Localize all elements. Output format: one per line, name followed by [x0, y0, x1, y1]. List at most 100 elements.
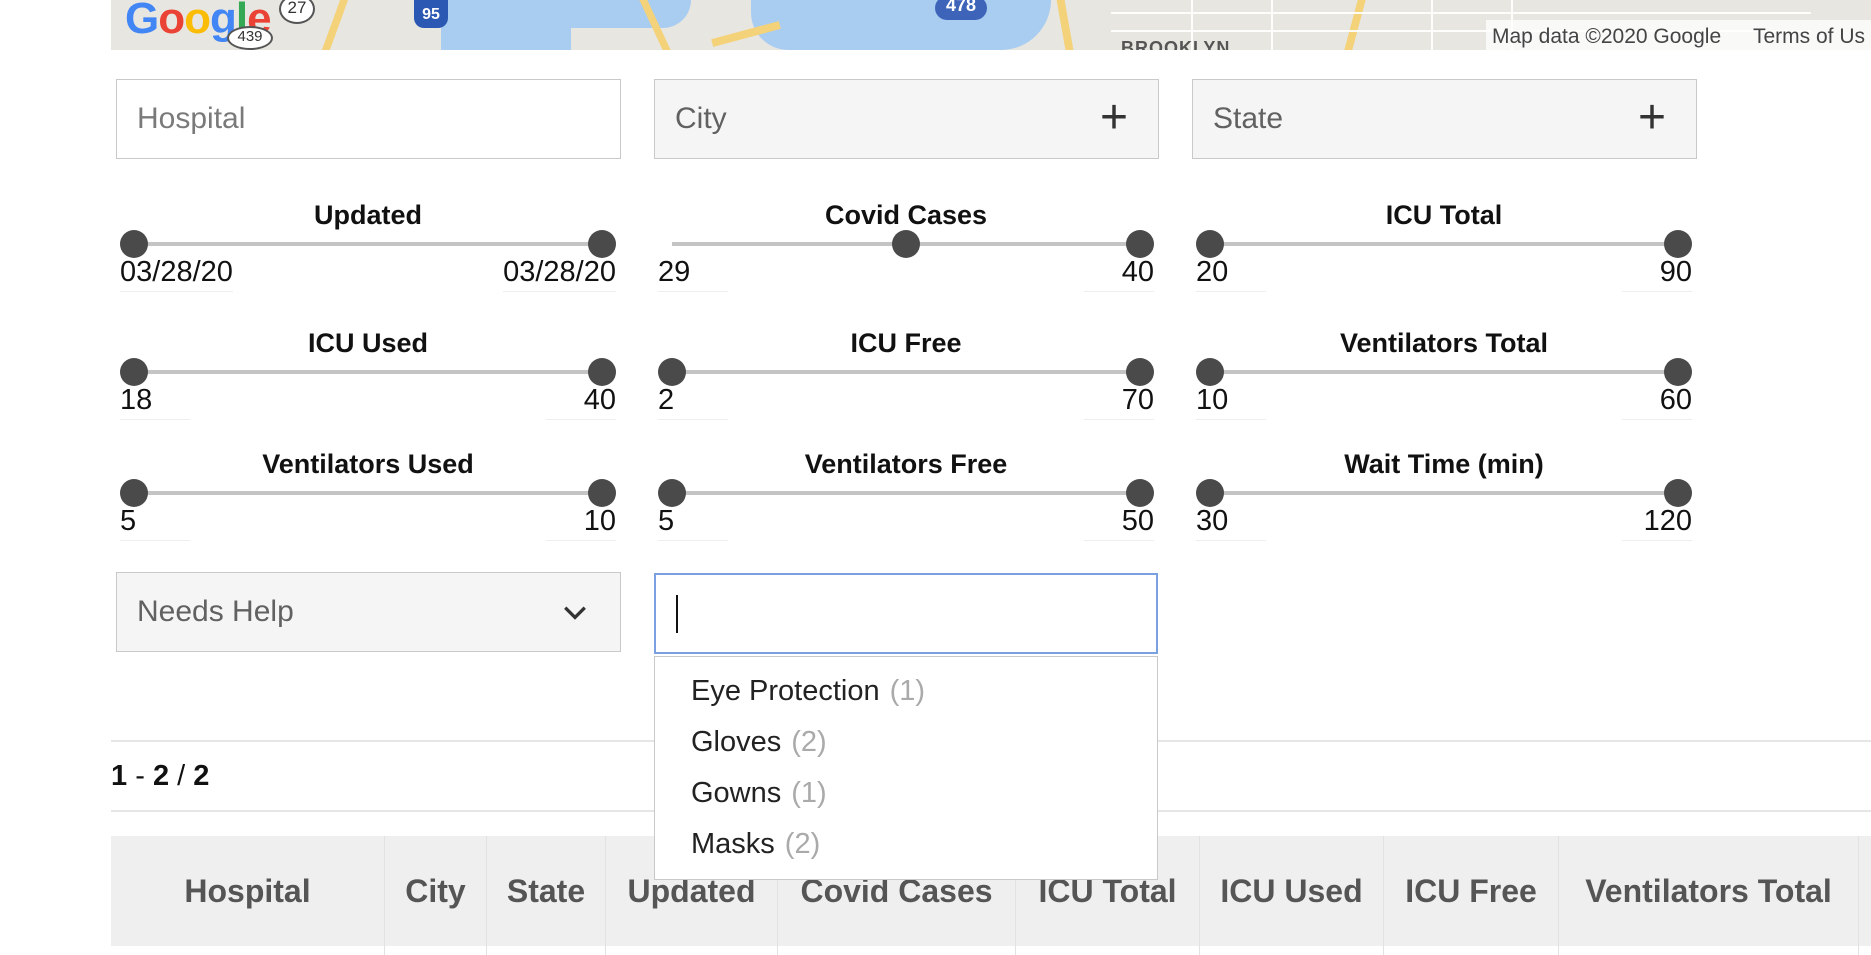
slider-min-value: 10	[1196, 384, 1266, 420]
range-slider[interactable]: Ventilators Used 5 10	[116, 449, 620, 559]
slider-max-handle[interactable]	[1664, 358, 1692, 386]
state-label: State	[1213, 102, 1284, 135]
table-cell	[778, 946, 1016, 955]
option-label: Masks	[691, 828, 775, 860]
option-label: Eye Protection	[691, 675, 880, 707]
interstate-shield-icon: 95	[414, 0, 448, 28]
table-cell	[487, 946, 606, 955]
route-shield-icon: 27	[279, 0, 315, 24]
slider-max-value: 70	[1084, 384, 1154, 420]
column-header[interactable]: ICU Free	[1384, 836, 1559, 946]
slider-min-handle[interactable]	[658, 358, 686, 386]
option-count: (1)	[791, 777, 827, 809]
range-slider[interactable]: ICU Free 2 70	[654, 328, 1158, 438]
option-label: Gloves	[691, 726, 782, 758]
column-header[interactable]: City	[385, 836, 487, 946]
text-caret	[676, 595, 678, 633]
slider-max-value: 40	[1084, 256, 1154, 292]
column-header[interactable]: State	[487, 836, 606, 946]
pagination-info: 1 - 2 / 2	[111, 760, 209, 793]
needs-help-select[interactable]: Needs Help	[116, 572, 621, 652]
slider-min-handle[interactable]	[120, 358, 148, 386]
slider-max-handle[interactable]	[588, 479, 616, 507]
slider-max-value: 60	[1622, 384, 1692, 420]
hospital-search-input[interactable]: Hospital	[116, 79, 621, 159]
option-count: (1)	[889, 675, 926, 707]
slider-max-handle[interactable]	[588, 358, 616, 386]
table-cell	[111, 946, 385, 955]
city-label: City	[675, 102, 727, 135]
slider-track[interactable]	[134, 491, 602, 495]
slider-max-handle[interactable]	[588, 230, 616, 258]
slider-max-value: 50	[1084, 505, 1154, 541]
map-data-text: Map data ©2020 Google	[1492, 25, 1722, 48]
table-cell	[385, 946, 487, 955]
state-filter[interactable]: State +	[1192, 79, 1697, 159]
slider-min-handle[interactable]	[120, 230, 148, 258]
slider-track[interactable]	[134, 370, 602, 374]
map-place-label: BROOKLYN	[1121, 38, 1231, 50]
slider-max-handle[interactable]	[1664, 230, 1692, 258]
option-item[interactable]: Gloves (2)	[691, 726, 827, 759]
option-label: Gowns	[691, 777, 782, 809]
table-row[interactable]	[111, 946, 1871, 955]
slider-title: Covid Cases	[824, 200, 988, 230]
slider-track[interactable]	[672, 491, 1140, 495]
slider-title: Ventilators Free	[804, 449, 1008, 479]
slider-track[interactable]	[1210, 370, 1678, 374]
range-slider[interactable]: ICU Total 20 90	[1192, 200, 1696, 310]
table-cell	[1016, 946, 1200, 955]
slider-max-handle[interactable]	[1126, 479, 1154, 507]
range-slider[interactable]: Updated 03/28/20 03/28/20	[116, 200, 620, 310]
slider-min-value: 2	[658, 384, 728, 420]
range-slider[interactable]: ICU Used 18 40	[116, 328, 620, 438]
route-shield-icon: 478	[935, 0, 987, 20]
slider-max-handle[interactable]	[1126, 358, 1154, 386]
needs-help-label: Needs Help	[137, 595, 294, 628]
needs-help-options: Eye Protection (1) Gloves (2) Gowns (1) Mas…	[654, 656, 1158, 880]
chevron-down-icon[interactable]	[562, 599, 588, 625]
map-attribution: Map data ©2020 Google Terms of Us	[1486, 20, 1871, 50]
slider-max-value: 90	[1622, 256, 1692, 292]
column-header[interactable]: Hospital	[111, 836, 385, 946]
map-view[interactable]: Google 27 439 95 478 BROOKLYN Map data ©…	[111, 0, 1871, 50]
slider-min-handle[interactable]	[658, 479, 686, 507]
range-slider[interactable]: Ventilators Free 5 50	[654, 449, 1158, 559]
column-header[interactable]: Ventilators Total	[1559, 836, 1859, 946]
column-header[interactable]: ICU Used	[1200, 836, 1384, 946]
slider-max-value: 10	[546, 505, 616, 541]
city-filter[interactable]: City +	[654, 79, 1159, 159]
plus-icon[interactable]: +	[1638, 94, 1666, 142]
slider-title: Ventilators Total	[1339, 328, 1549, 358]
slider-min-handle[interactable]	[1196, 358, 1224, 386]
plus-icon[interactable]: +	[1100, 94, 1128, 142]
slider-min-handle[interactable]	[120, 479, 148, 507]
range-slider[interactable]: Wait Time (min) 30 120	[1192, 449, 1696, 559]
slider-min-handle[interactable]	[892, 230, 920, 258]
slider-title: ICU Free	[850, 328, 962, 358]
option-item[interactable]: Gowns (1)	[691, 777, 827, 810]
option-item[interactable]: Masks (2)	[691, 828, 820, 861]
slider-min-handle[interactable]	[1196, 230, 1224, 258]
table-cell	[1384, 946, 1559, 955]
slider-max-value: 40	[546, 384, 616, 420]
slider-track[interactable]	[1210, 491, 1678, 495]
terms-link[interactable]: Terms of Us	[1753, 25, 1865, 48]
slider-max-value: 120	[1622, 505, 1692, 541]
slider-min-handle[interactable]	[1196, 479, 1224, 507]
slider-max-handle[interactable]	[1664, 479, 1692, 507]
slider-track[interactable]	[1210, 242, 1678, 246]
option-item[interactable]: Eye Protection (1)	[691, 675, 925, 708]
slider-track[interactable]	[672, 370, 1140, 374]
table-cell	[606, 946, 778, 955]
slider-max-handle[interactable]	[1126, 230, 1154, 258]
hospital-placeholder: Hospital	[137, 102, 246, 135]
slider-track[interactable]	[134, 242, 602, 246]
table-cell	[1559, 946, 1859, 955]
range-slider[interactable]: Covid Cases 29 40	[654, 200, 1158, 310]
option-count: (2)	[791, 726, 827, 758]
slider-min-value: 18	[120, 384, 190, 420]
needs-help-search-input[interactable]	[654, 573, 1158, 654]
slider-min-value: 03/28/20	[120, 256, 233, 292]
range-slider[interactable]: Ventilators Total 10 60	[1192, 328, 1696, 438]
